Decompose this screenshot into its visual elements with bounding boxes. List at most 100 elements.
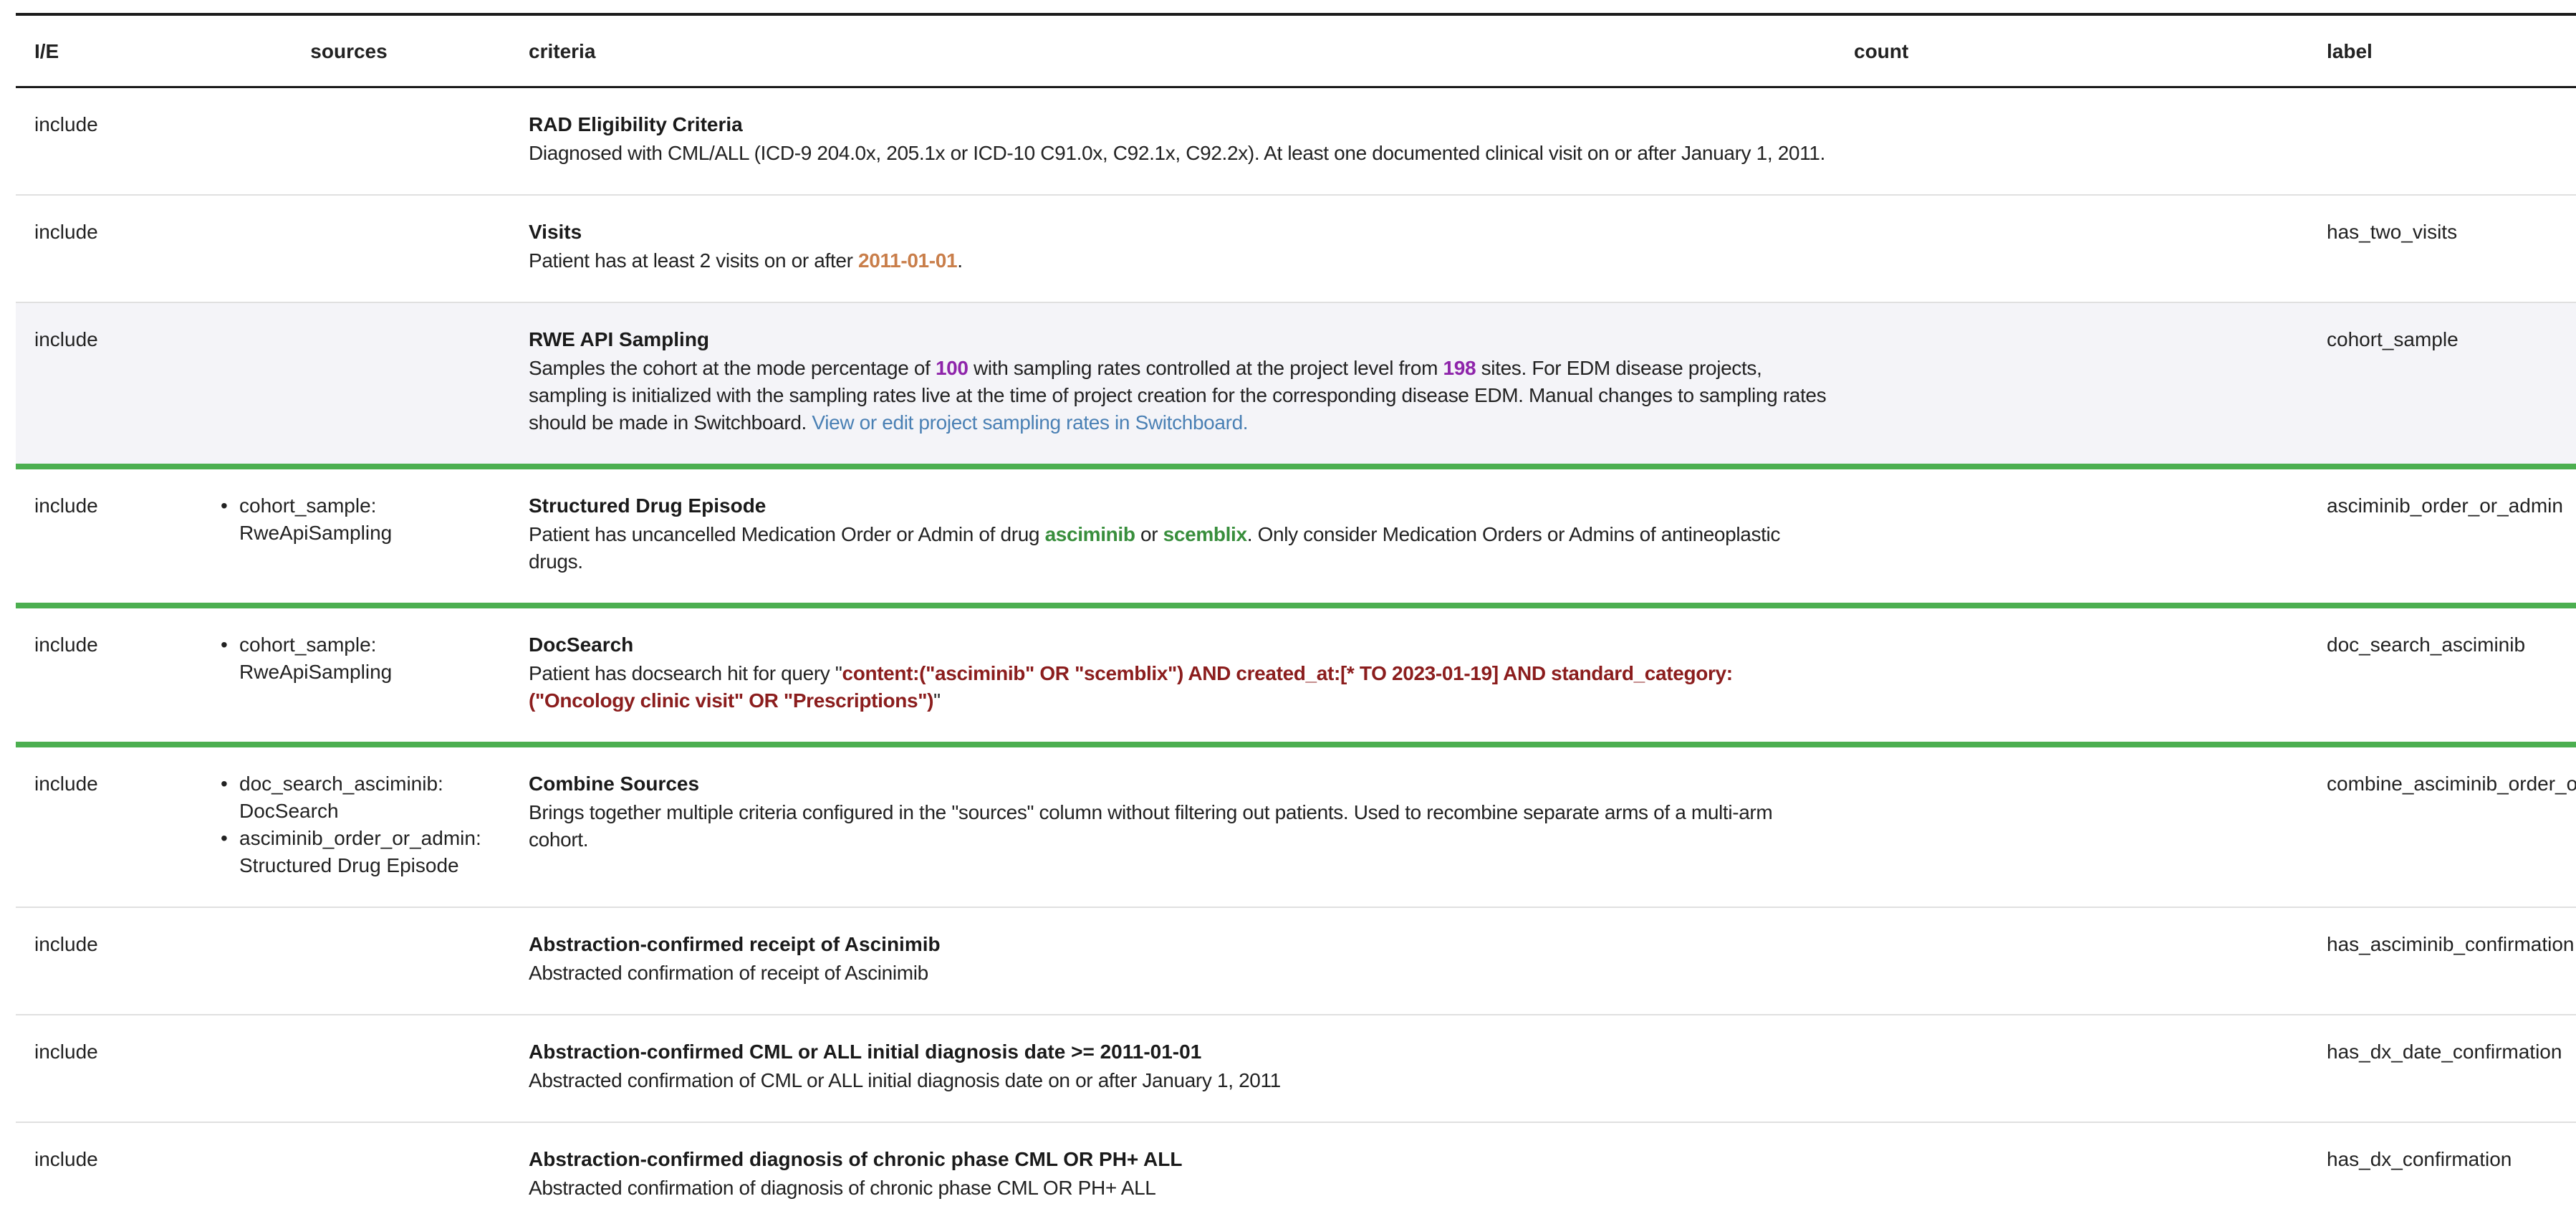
header-row: I/E sources criteria count label: [16, 14, 2576, 87]
text-segment: Patient has docsearch hit for query ": [529, 662, 842, 684]
switchboard-sampling-rates-link[interactable]: View or edit project sampling rates in S…: [812, 411, 1248, 434]
ie-cell: include: [16, 87, 188, 196]
count-cell: [1835, 606, 2308, 745]
count-cell: [1835, 907, 2308, 1015]
label-cell: has_dx_confirmation: [2308, 1122, 2576, 1229]
criteria-description: Patient has uncancelled Medication Order…: [529, 521, 1828, 575]
sources-list: doc_search_asciminib: DocSearchasciminib…: [206, 770, 503, 879]
column-header-sources: sources: [188, 14, 510, 87]
criteria-cell: Visits Patient has at least 2 visits on …: [510, 195, 1835, 302]
ie-value: include: [34, 1148, 98, 1170]
source-item: cohort_sample: RweApiSampling: [213, 492, 499, 547]
criteria-title: RWE API Sampling: [529, 326, 1828, 353]
criteria-title: Visits: [529, 219, 1828, 246]
text-segment: Patient has at least 2 visits on or afte…: [529, 249, 858, 272]
ie-value: include: [34, 221, 98, 243]
label-value: cohort_sample: [2327, 328, 2459, 350]
criteria-cell: Abstraction-confirmed receipt of Ascinim…: [510, 907, 1835, 1015]
text-segment: Abstracted confirmation of diagnosis of …: [529, 1177, 1156, 1199]
criteria-cell: RWE API Sampling Samples the cohort at t…: [510, 302, 1835, 467]
column-header-label: label: [2308, 14, 2576, 87]
sources-cell: [188, 302, 510, 467]
table-header: I/E sources criteria count label: [16, 14, 2576, 87]
criteria-table: I/E sources criteria count label include…: [16, 13, 2576, 1229]
criteria-description: Abstracted confirmation of CML or ALL in…: [529, 1067, 1828, 1094]
criteria-row: include cohort_sample: RweApiSampling St…: [16, 467, 2576, 606]
sources-cell: cohort_sample: RweApiSampling: [188, 467, 510, 606]
criteria-row: include RWE API Sampling Samples the coh…: [16, 302, 2576, 467]
criteria-cell: Combine Sources Brings together multiple…: [510, 745, 1835, 907]
column-header-criteria: criteria: [510, 14, 1835, 87]
highlighted-text-segment: scemblix: [1163, 523, 1247, 545]
criteria-title: Combine Sources: [529, 770, 1828, 798]
ie-cell: include: [16, 1015, 188, 1122]
highlighted-text-segment: 2011-01-01: [858, 249, 957, 272]
label-cell: combine_asciminib_order_or_: [2308, 745, 2576, 907]
label-cell: asciminib_order_or_admin: [2308, 467, 2576, 606]
text-segment: or: [1135, 523, 1163, 545]
ie-cell: include: [16, 745, 188, 907]
label-cell: has_two_visits: [2308, 195, 2576, 302]
criteria-title: Abstraction-confirmed receipt of Ascinim…: [529, 931, 1828, 958]
sources-list: cohort_sample: RweApiSampling: [206, 631, 503, 686]
criteria-row: include cohort_sample: RweApiSampling Do…: [16, 606, 2576, 745]
source-item: asciminib_order_or_admin: Structured Dru…: [213, 825, 499, 879]
sources-cell: [188, 1015, 510, 1122]
ie-cell: include: [16, 907, 188, 1015]
criteria-title: Abstraction-confirmed diagnosis of chron…: [529, 1146, 1828, 1173]
ie-cell: include: [16, 302, 188, 467]
text-segment: Diagnosed with CML/ALL (ICD-9 204.0x, 20…: [529, 142, 1825, 164]
column-header-count: count: [1835, 14, 2308, 87]
label-value: asciminib_order_or_admin: [2327, 494, 2563, 517]
count-cell: [1835, 1122, 2308, 1229]
criteria-cell: Abstraction-confirmed CML or ALL initial…: [510, 1015, 1835, 1122]
criteria-cell: DocSearch Patient has docsearch hit for …: [510, 606, 1835, 745]
sources-cell: doc_search_asciminib: DocSearchasciminib…: [188, 745, 510, 907]
criteria-row: include RAD Eligibility Criteria Diagnos…: [16, 87, 2576, 196]
ie-value: include: [34, 328, 98, 350]
label-cell: has_dx_date_confirmation: [2308, 1015, 2576, 1122]
label-value: has_dx_confirmation: [2327, 1148, 2512, 1170]
label-cell: has_asciminib_confirmation: [2308, 907, 2576, 1015]
sources-cell: [188, 87, 510, 196]
criteria-cell: Structured Drug Episode Patient has unca…: [510, 467, 1835, 606]
column-header-ie: I/E: [16, 14, 188, 87]
ie-value: include: [34, 633, 98, 656]
criteria-description: Patient has docsearch hit for query "con…: [529, 660, 1828, 714]
count-cell: [1835, 302, 2308, 467]
criteria-row: include Abstraction-confirmed diagnosis …: [16, 1122, 2576, 1229]
text-segment: Brings together multiple criteria config…: [529, 801, 1772, 851]
count-cell: [1835, 745, 2308, 907]
criteria-title: Structured Drug Episode: [529, 492, 1828, 520]
count-cell: [1835, 195, 2308, 302]
ie-cell: include: [16, 195, 188, 302]
label-value: has_asciminib_confirmation: [2327, 933, 2575, 955]
ie-cell: include: [16, 1122, 188, 1229]
criteria-title: DocSearch: [529, 631, 1828, 659]
text-segment: .: [957, 249, 962, 272]
label-value: combine_asciminib_order_or_: [2327, 773, 2576, 795]
text-segment: Samples the cohort at the mode percentag…: [529, 357, 936, 379]
label-value: doc_search_asciminib: [2327, 633, 2525, 656]
criteria-cell: Abstraction-confirmed diagnosis of chron…: [510, 1122, 1835, 1229]
label-cell: doc_search_asciminib: [2308, 606, 2576, 745]
criteria-row: include Visits Patient has at least 2 vi…: [16, 195, 2576, 302]
ie-value: include: [34, 933, 98, 955]
ie-cell: include: [16, 606, 188, 745]
sources-cell: [188, 195, 510, 302]
text-segment: with sampling rates controlled at the pr…: [969, 357, 1443, 379]
source-item: cohort_sample: RweApiSampling: [213, 631, 499, 686]
source-item: doc_search_asciminib: DocSearch: [213, 770, 499, 825]
sources-cell: [188, 1122, 510, 1229]
highlighted-text-segment: 198: [1443, 357, 1476, 379]
count-cell: [1835, 87, 2308, 196]
criteria-row: include doc_search_asciminib: DocSearcha…: [16, 745, 2576, 907]
ie-value: include: [34, 494, 98, 517]
ie-value: include: [34, 1041, 98, 1063]
label-value: has_dx_date_confirmation: [2327, 1041, 2562, 1063]
text-segment: ": [933, 689, 941, 712]
count-cell: [1835, 467, 2308, 606]
criteria-title: RAD Eligibility Criteria: [529, 111, 1828, 138]
sources-list: cohort_sample: RweApiSampling: [206, 492, 503, 547]
criteria-description: Brings together multiple criteria config…: [529, 799, 1828, 853]
